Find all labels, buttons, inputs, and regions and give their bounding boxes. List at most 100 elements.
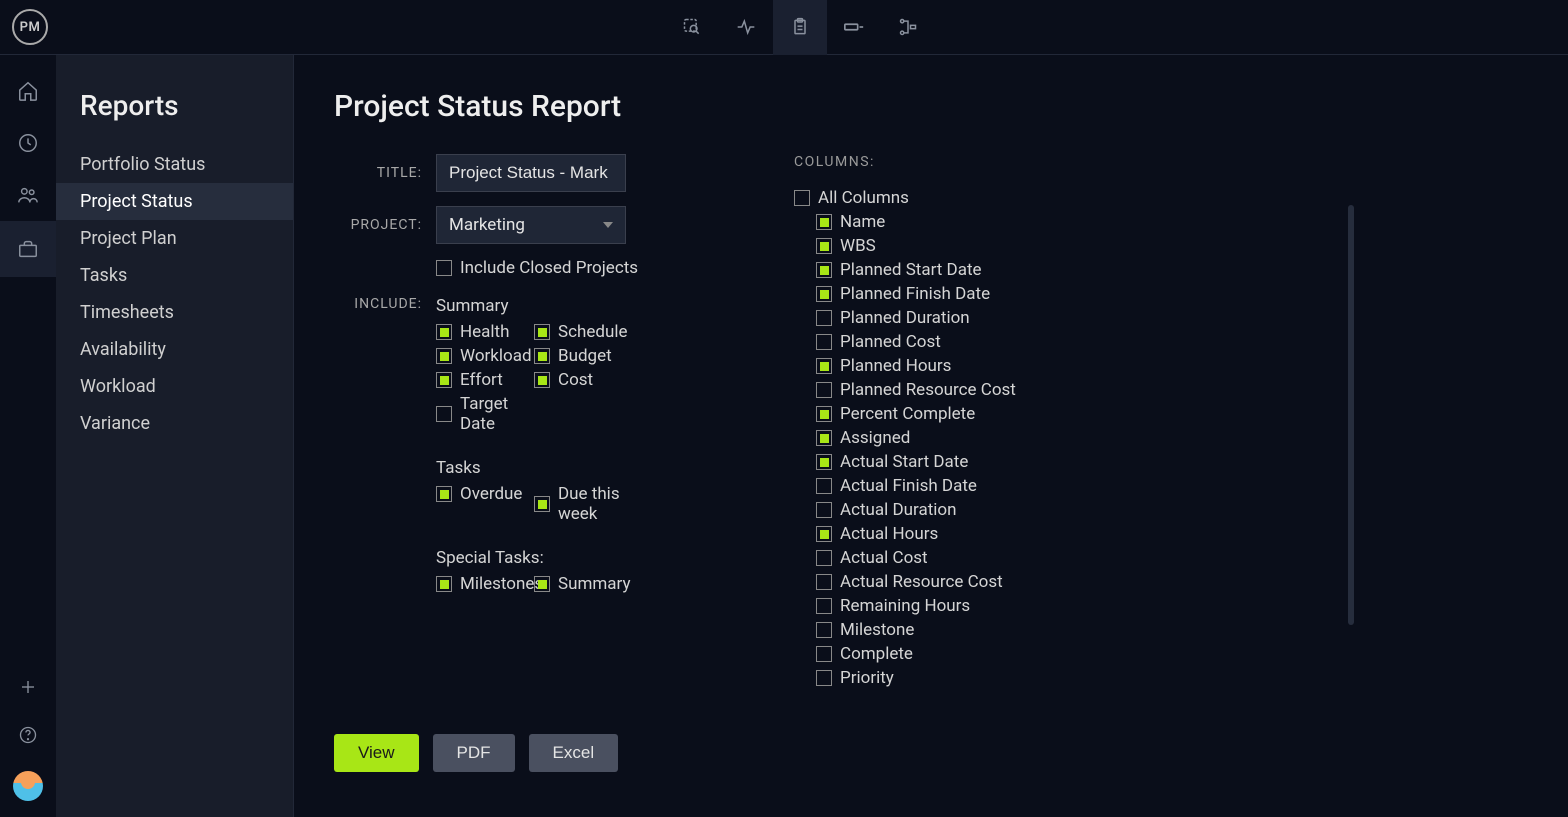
tag-icon[interactable] [827,0,881,55]
checkbox-workload[interactable] [436,348,452,364]
col-label-planned-duration: Planned Duration [840,308,970,328]
col-label-actual-resource-cost: Actual Resource Cost [840,572,1003,592]
checkbox-include-closed[interactable] [436,260,452,276]
checkbox-col-assigned[interactable] [816,430,832,446]
checkbox-col-planned-cost[interactable] [816,334,832,350]
checkbox-col-planned-start-date[interactable] [816,262,832,278]
flow-icon[interactable] [881,0,935,55]
sidebar-item-availability[interactable]: Availability [56,331,293,368]
col-label-actual-cost: Actual Cost [840,548,928,568]
col-label-planned-hours: Planned Hours [840,356,951,376]
sidebar: Reports Portfolio StatusProject StatusPr… [56,55,294,817]
checkbox-col-name[interactable] [816,214,832,230]
col-label-actual-hours: Actual Hours [840,524,938,544]
columns-scrollbar[interactable] [1348,205,1354,625]
sidebar-item-project-plan[interactable]: Project Plan [56,220,293,257]
label-effort: Effort [460,370,503,390]
checkbox-budget[interactable] [534,348,550,364]
col-label-actual-finish-date: Actual Finish Date [840,476,977,496]
label-cost: Cost [558,370,593,390]
label-overdue: Overdue [460,484,522,504]
checkbox-col-remaining-hours[interactable] [816,598,832,614]
col-label-planned-finish-date: Planned Finish Date [840,284,990,304]
nav-rail [0,55,56,817]
col-label-wbs: WBS [840,236,876,256]
label-milestones: Milestones [460,574,543,594]
plus-icon[interactable] [16,675,40,699]
checkbox-health[interactable] [436,324,452,340]
view-button[interactable]: View [334,734,419,772]
checkbox-col-actual-duration[interactable] [816,502,832,518]
col-label-assigned: Assigned [840,428,910,448]
special-title: Special Tasks: [436,548,674,568]
project-select[interactable]: Marketing [436,206,626,244]
search-zoom-icon[interactable] [665,0,719,55]
checkbox-col-actual-finish-date[interactable] [816,478,832,494]
help-icon[interactable] [16,723,40,747]
checkbox-effort[interactable] [436,372,452,388]
col-label-complete: Complete [840,644,913,664]
sidebar-item-workload[interactable]: Workload [56,368,293,405]
label-project: PROJECT: [334,217,422,233]
col-label-priority: Priority [840,668,894,688]
label-summary: Summary [558,574,630,594]
columns-panel: COLUMNS: All Columns NameWBSPlanned Star… [794,154,1104,692]
checkbox-summary[interactable] [534,576,550,592]
label-budget: Budget [558,346,612,366]
checkbox-col-actual-resource-cost[interactable] [816,574,832,590]
sidebar-item-variance[interactable]: Variance [56,405,293,442]
checkbox-col-planned-duration[interactable] [816,310,832,326]
checkbox-overdue[interactable] [436,486,452,502]
checkbox-schedule[interactable] [534,324,550,340]
checkbox-milestones[interactable] [436,576,452,592]
checkbox-col-planned-hours[interactable] [816,358,832,374]
excel-button[interactable]: Excel [529,734,619,772]
checkbox-col-planned-resource-cost[interactable] [816,382,832,398]
col-label-percent-complete: Percent Complete [840,404,975,424]
include-closed-label: Include Closed Projects [460,258,638,278]
col-label-planned-cost: Planned Cost [840,332,941,352]
content: Project Status Report TITLE: PROJECT: Ma… [294,55,1568,817]
checkbox-col-actual-start-date[interactable] [816,454,832,470]
sidebar-item-portfolio-status[interactable]: Portfolio Status [56,146,293,183]
sidebar-item-tasks[interactable]: Tasks [56,257,293,294]
checkbox-col-actual-cost[interactable] [816,550,832,566]
project-value: Marketing [449,215,525,235]
clock-icon[interactable] [16,131,40,155]
top-icons [665,0,935,55]
checkbox-col-percent-complete[interactable] [816,406,832,422]
pulse-icon[interactable] [719,0,773,55]
checkbox-col-wbs[interactable] [816,238,832,254]
checkbox-due-this-week[interactable] [534,496,550,512]
summary-title: Summary [436,296,674,316]
checkbox-col-milestone[interactable] [816,622,832,638]
clipboard-icon[interactable] [773,0,827,55]
col-label-actual-start-date: Actual Start Date [840,452,968,472]
label-schedule: Schedule [558,322,627,342]
sidebar-item-project-status[interactable]: Project Status [56,183,293,220]
col-label-milestone: Milestone [840,620,914,640]
title-input[interactable] [436,154,626,192]
checkbox-target-date[interactable] [436,406,452,422]
col-label-remaining-hours: Remaining Hours [840,596,970,616]
checkbox-all-columns[interactable] [794,190,810,206]
checkbox-col-priority[interactable] [816,670,832,686]
checkbox-cost[interactable] [534,372,550,388]
team-icon[interactable] [16,183,40,207]
label-title: TITLE: [334,165,422,181]
pdf-button[interactable]: PDF [433,734,515,772]
briefcase-icon[interactable] [0,221,56,277]
col-label-name: Name [840,212,885,232]
sidebar-item-timesheets[interactable]: Timesheets [56,294,293,331]
app-logo: PM [12,9,48,45]
avatar[interactable] [13,771,43,801]
col-label-actual-duration: Actual Duration [840,500,957,520]
checkbox-col-actual-hours[interactable] [816,526,832,542]
checkbox-col-complete[interactable] [816,646,832,662]
home-icon[interactable] [16,79,40,103]
label-due-this-week: Due this week [558,484,624,524]
columns-label: COLUMNS: [794,154,1104,170]
label-target-date: Target Date [460,394,526,434]
checkbox-col-planned-finish-date[interactable] [816,286,832,302]
chevron-down-icon [603,222,613,228]
